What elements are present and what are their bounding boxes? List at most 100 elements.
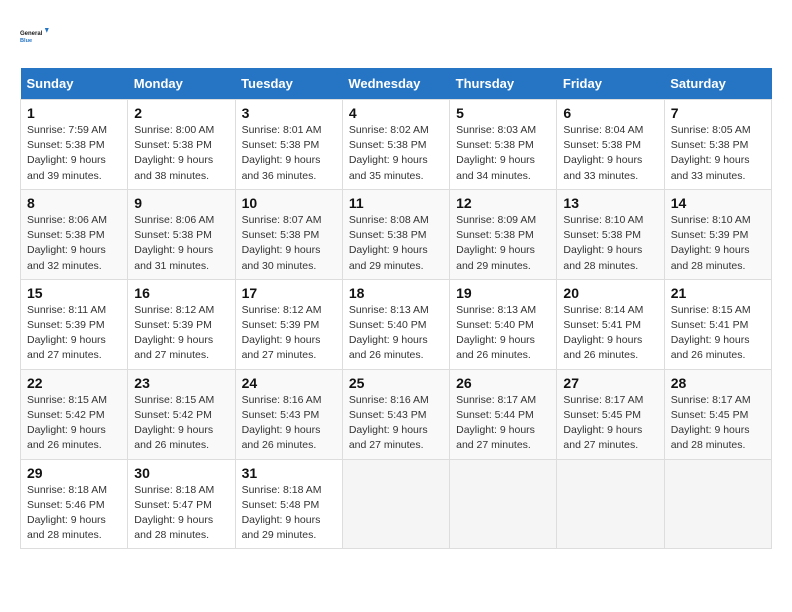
logo-icon: GeneralBlue xyxy=(20,20,52,52)
calendar-cell: 16 Sunrise: 8:12 AM Sunset: 5:39 PM Dayli… xyxy=(128,279,235,369)
weekday-friday: Friday xyxy=(557,68,664,100)
calendar-cell: 20 Sunrise: 8:14 AM Sunset: 5:41 PM Dayli… xyxy=(557,279,664,369)
calendar-cell: 8 Sunrise: 8:06 AM Sunset: 5:38 PM Daylig… xyxy=(21,189,128,279)
day-number: 23 xyxy=(134,375,228,391)
calendar-cell: 19 Sunrise: 8:13 AM Sunset: 5:40 PM Dayli… xyxy=(450,279,557,369)
day-number: 26 xyxy=(456,375,550,391)
day-number: 13 xyxy=(563,195,657,211)
calendar-cell: 6 Sunrise: 8:04 AM Sunset: 5:38 PM Daylig… xyxy=(557,100,664,190)
day-number: 8 xyxy=(27,195,121,211)
day-number: 20 xyxy=(563,285,657,301)
day-info: Sunrise: 8:17 AM Sunset: 5:45 PM Dayligh… xyxy=(563,393,657,454)
day-info: Sunrise: 8:18 AM Sunset: 5:47 PM Dayligh… xyxy=(134,483,228,544)
calendar-cell: 22Sunrise: 8:15 AM Sunset: 5:42 PM Dayli… xyxy=(21,369,128,459)
weekday-wednesday: Wednesday xyxy=(342,68,449,100)
day-number: 31 xyxy=(242,465,336,481)
day-number: 3 xyxy=(242,105,336,121)
day-info: Sunrise: 8:15 AM Sunset: 5:42 PM Dayligh… xyxy=(27,393,121,454)
day-number: 4 xyxy=(349,105,443,121)
day-info: Sunrise: 8:08 AM Sunset: 5:38 PM Dayligh… xyxy=(349,213,443,274)
day-number: 29 xyxy=(27,465,121,481)
day-info: Sunrise: 8:10 AM Sunset: 5:39 PM Dayligh… xyxy=(671,213,765,274)
day-info: Sunrise: 8:15 AM Sunset: 5:41 PM Dayligh… xyxy=(671,303,765,364)
calendar-cell: 27 Sunrise: 8:17 AM Sunset: 5:45 PM Dayli… xyxy=(557,369,664,459)
day-number: 25 xyxy=(349,375,443,391)
day-number: 9 xyxy=(134,195,228,211)
day-info: Sunrise: 8:03 AM Sunset: 5:38 PM Dayligh… xyxy=(456,123,550,184)
day-number: 27 xyxy=(563,375,657,391)
day-info: Sunrise: 8:02 AM Sunset: 5:38 PM Dayligh… xyxy=(349,123,443,184)
day-number: 12 xyxy=(456,195,550,211)
calendar-cell: 2 Sunrise: 8:00 AM Sunset: 5:38 PM Daylig… xyxy=(128,100,235,190)
day-number: 28 xyxy=(671,375,765,391)
day-number: 1 xyxy=(27,105,121,121)
day-info: Sunrise: 8:16 AM Sunset: 5:43 PM Dayligh… xyxy=(242,393,336,454)
calendar-cell: 1 Sunrise: 7:59 AM Sunset: 5:38 PM Daylig… xyxy=(21,100,128,190)
calendar-cell: 12 Sunrise: 8:09 AM Sunset: 5:38 PM Dayli… xyxy=(450,189,557,279)
day-number: 14 xyxy=(671,195,765,211)
calendar-cell xyxy=(664,459,771,549)
day-info: Sunrise: 8:18 AM Sunset: 5:48 PM Dayligh… xyxy=(242,483,336,544)
calendar-cell: 15 Sunrise: 8:11 AM Sunset: 5:39 PM Dayli… xyxy=(21,279,128,369)
day-info: Sunrise: 8:18 AM Sunset: 5:46 PM Dayligh… xyxy=(27,483,121,544)
svg-text:Blue: Blue xyxy=(20,38,32,44)
day-number: 15 xyxy=(27,285,121,301)
calendar-cell: 14 Sunrise: 8:10 AM Sunset: 5:39 PM Dayli… xyxy=(664,189,771,279)
calendar-cell: 10 Sunrise: 8:07 AM Sunset: 5:38 PM Dayli… xyxy=(235,189,342,279)
day-info: Sunrise: 8:13 AM Sunset: 5:40 PM Dayligh… xyxy=(349,303,443,364)
day-info: Sunrise: 8:01 AM Sunset: 5:38 PM Dayligh… xyxy=(242,123,336,184)
calendar-cell: 25 Sunrise: 8:16 AM Sunset: 5:43 PM Dayli… xyxy=(342,369,449,459)
weekday-thursday: Thursday xyxy=(450,68,557,100)
day-number: 10 xyxy=(242,195,336,211)
day-number: 17 xyxy=(242,285,336,301)
day-number: 7 xyxy=(671,105,765,121)
weekday-sunday: Sunday xyxy=(21,68,128,100)
calendar-cell xyxy=(342,459,449,549)
day-info: Sunrise: 8:04 AM Sunset: 5:38 PM Dayligh… xyxy=(563,123,657,184)
calendar-cell: 17Sunrise: 8:12 AM Sunset: 5:39 PM Dayli… xyxy=(235,279,342,369)
day-info: Sunrise: 8:13 AM Sunset: 5:40 PM Dayligh… xyxy=(456,303,550,364)
calendar-cell: 7 Sunrise: 8:05 AM Sunset: 5:38 PM Daylig… xyxy=(664,100,771,190)
day-number: 21 xyxy=(671,285,765,301)
calendar-cell: 11 Sunrise: 8:08 AM Sunset: 5:38 PM Dayli… xyxy=(342,189,449,279)
day-info: Sunrise: 8:10 AM Sunset: 5:38 PM Dayligh… xyxy=(563,213,657,274)
day-info: Sunrise: 8:12 AM Sunset: 5:39 PM Dayligh… xyxy=(134,303,228,364)
weekday-tuesday: Tuesday xyxy=(235,68,342,100)
day-info: Sunrise: 8:07 AM Sunset: 5:38 PM Dayligh… xyxy=(242,213,336,274)
calendar-cell: 13 Sunrise: 8:10 AM Sunset: 5:38 PM Dayli… xyxy=(557,189,664,279)
day-number: 11 xyxy=(349,195,443,211)
day-number: 18 xyxy=(349,285,443,301)
day-number: 16 xyxy=(134,285,228,301)
day-info: Sunrise: 8:14 AM Sunset: 5:41 PM Dayligh… xyxy=(563,303,657,364)
calendar-cell: 5 Sunrise: 8:03 AM Sunset: 5:38 PM Daylig… xyxy=(450,100,557,190)
page-header: GeneralBlue xyxy=(20,20,772,52)
day-info: Sunrise: 8:16 AM Sunset: 5:43 PM Dayligh… xyxy=(349,393,443,454)
calendar-cell: 28Sunrise: 8:17 AM Sunset: 5:45 PM Dayli… xyxy=(664,369,771,459)
day-info: Sunrise: 8:11 AM Sunset: 5:39 PM Dayligh… xyxy=(27,303,121,364)
day-info: Sunrise: 8:15 AM Sunset: 5:42 PM Dayligh… xyxy=(134,393,228,454)
calendar-cell xyxy=(557,459,664,549)
day-info: Sunrise: 8:00 AM Sunset: 5:38 PM Dayligh… xyxy=(134,123,228,184)
calendar-cell: 30Sunrise: 8:18 AM Sunset: 5:47 PM Dayli… xyxy=(128,459,235,549)
calendar-table: SundayMondayTuesdayWednesdayThursdayFrid… xyxy=(20,68,772,549)
weekday-monday: Monday xyxy=(128,68,235,100)
day-number: 6 xyxy=(563,105,657,121)
logo: GeneralBlue xyxy=(20,20,52,52)
calendar-cell: 24 Sunrise: 8:16 AM Sunset: 5:43 PM Dayli… xyxy=(235,369,342,459)
day-number: 2 xyxy=(134,105,228,121)
day-info: Sunrise: 8:05 AM Sunset: 5:38 PM Dayligh… xyxy=(671,123,765,184)
calendar-cell: 9Sunrise: 8:06 AM Sunset: 5:38 PM Daylig… xyxy=(128,189,235,279)
week-row-3: 15 Sunrise: 8:11 AM Sunset: 5:39 PM Dayli… xyxy=(21,279,772,369)
day-info: Sunrise: 8:06 AM Sunset: 5:38 PM Dayligh… xyxy=(27,213,121,274)
calendar-body: 1 Sunrise: 7:59 AM Sunset: 5:38 PM Daylig… xyxy=(21,100,772,549)
day-info: Sunrise: 8:17 AM Sunset: 5:44 PM Dayligh… xyxy=(456,393,550,454)
calendar-cell: 29 Sunrise: 8:18 AM Sunset: 5:46 PM Dayli… xyxy=(21,459,128,549)
week-row-1: 1 Sunrise: 7:59 AM Sunset: 5:38 PM Daylig… xyxy=(21,100,772,190)
calendar-cell: 4 Sunrise: 8:02 AM Sunset: 5:38 PM Daylig… xyxy=(342,100,449,190)
day-info: Sunrise: 7:59 AM Sunset: 5:38 PM Dayligh… xyxy=(27,123,121,184)
day-info: Sunrise: 8:09 AM Sunset: 5:38 PM Dayligh… xyxy=(456,213,550,274)
day-number: 24 xyxy=(242,375,336,391)
day-number: 5 xyxy=(456,105,550,121)
day-number: 19 xyxy=(456,285,550,301)
calendar-cell: 18 Sunrise: 8:13 AM Sunset: 5:40 PM Dayli… xyxy=(342,279,449,369)
